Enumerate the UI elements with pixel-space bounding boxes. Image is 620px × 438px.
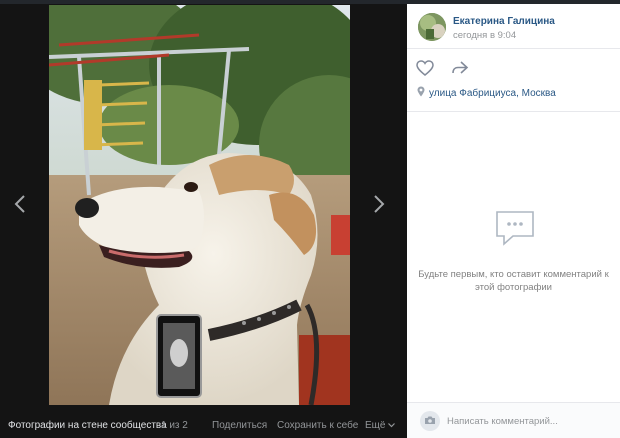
comments-empty-state: Будьте первым, кто оставит комментарий к… [407, 112, 620, 402]
post-time[interactable]: сегодня в 9:04 [453, 30, 516, 41]
heart-icon [416, 60, 434, 80]
chevron-right-icon [373, 194, 385, 214]
more-label: Ещё [365, 420, 386, 431]
comment-composer [407, 402, 620, 438]
save-to-my-photos-button[interactable]: Сохранить к себе [277, 420, 358, 431]
share-arrow-icon [451, 61, 469, 80]
like-button[interactable] [416, 60, 436, 78]
post-actions: улица Фабрициуса, Москва [407, 50, 620, 112]
comment-bubble-icon [493, 208, 537, 248]
photo[interactable] [49, 5, 350, 405]
author-name[interactable]: Екатерина Галицина [453, 16, 555, 27]
photo-counter: 1 из 2 [161, 420, 188, 431]
comment-input[interactable] [447, 411, 612, 431]
avatar[interactable] [418, 13, 446, 41]
location-pin-icon [417, 86, 425, 100]
more-button[interactable]: Ещё [365, 420, 396, 431]
chevron-down-icon [388, 420, 396, 431]
camera-icon [424, 412, 436, 430]
location-label: улица Фабрициуса, Москва [429, 87, 556, 99]
next-photo-button[interactable] [367, 190, 391, 218]
photo-viewer: Фотографии на стене сообщества 1 из 2 По… [0, 4, 407, 438]
location-link[interactable]: улица Фабрициуса, Москва [417, 86, 556, 100]
viewer-bottom-bar: Фотографии на стене сообщества 1 из 2 По… [0, 408, 407, 438]
attach-photo-button[interactable] [420, 411, 440, 431]
share-button[interactable]: Поделиться [212, 420, 267, 431]
author-header: Екатерина Галицина сегодня в 9:04 [407, 4, 620, 49]
comments-empty-text: Будьте первым, кто оставит комментарий к… [418, 269, 609, 293]
prev-photo-button[interactable] [8, 190, 32, 218]
album-link[interactable]: Фотографии на стене сообщества [8, 420, 167, 431]
photo-sidebar: Екатерина Галицина сегодня в 9:04 улица … [407, 4, 620, 438]
share-post-button[interactable] [451, 60, 471, 78]
chevron-left-icon [14, 194, 26, 214]
